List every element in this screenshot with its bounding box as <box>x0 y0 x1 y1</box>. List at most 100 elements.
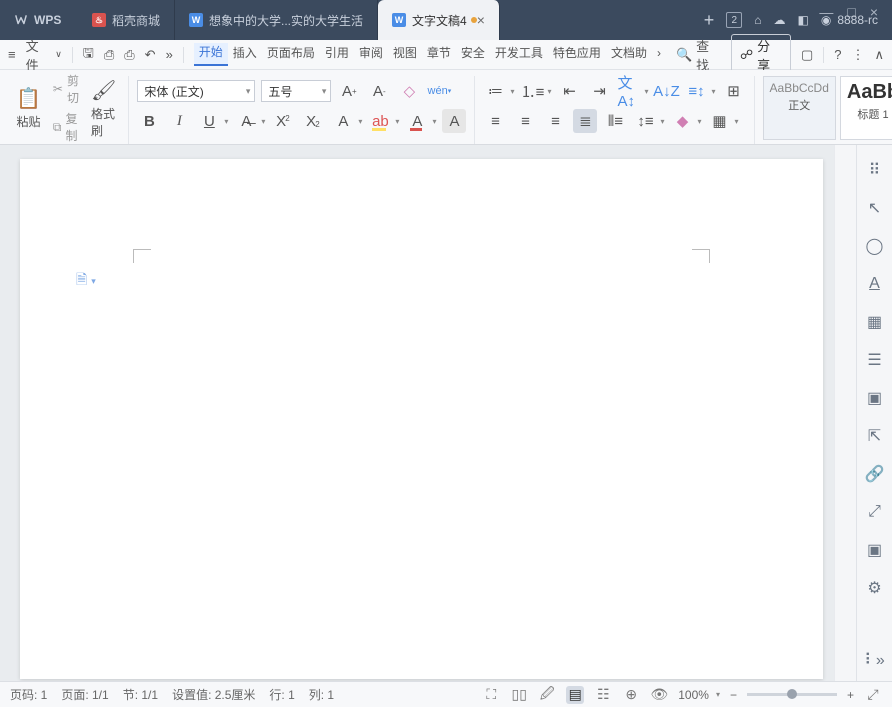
vertical-scrollbar[interactable] <box>834 145 846 681</box>
smart-tag[interactable]: 🗎 ▾ <box>76 269 96 293</box>
tab-section[interactable]: 章节 <box>422 44 456 65</box>
align-justify-button[interactable]: ≣ <box>573 109 597 133</box>
line-spacing-button[interactable]: ≡↕ <box>685 79 709 103</box>
fit-width-icon[interactable]: ⤢ <box>864 686 882 704</box>
status-line[interactable]: 行: 1 <box>269 686 294 703</box>
tabs-overflow-icon[interactable]: › <box>652 46 666 64</box>
fullscreen-icon[interactable]: ⛶ <box>482 686 500 704</box>
sort-button[interactable]: A↓Z <box>655 79 679 103</box>
web-view-icon[interactable]: ⊕ <box>622 686 640 704</box>
highlight-button[interactable]: ab <box>368 109 392 133</box>
status-col[interactable]: 列: 1 <box>309 686 334 703</box>
italic-button[interactable]: I <box>167 109 191 133</box>
zoom-in-button[interactable]: + <box>847 688 854 702</box>
phonetic-button[interactable]: wén▾ <box>427 79 451 103</box>
cloud-icon[interactable]: ☁︎ <box>773 13 785 27</box>
print-preview-icon[interactable]: ⎙̂ <box>104 47 114 63</box>
style-heading-1[interactable]: AaBb 标题 1 <box>840 76 892 140</box>
cursor-icon[interactable]: ↖ <box>864 197 886 219</box>
tab-reference[interactable]: 引用 <box>320 44 354 65</box>
read-view-icon[interactable]: 🖉 <box>538 686 556 704</box>
help-icon[interactable]: ? <box>834 47 841 62</box>
outline-view-icon[interactable]: ☷ <box>594 686 612 704</box>
shrink-font-button[interactable]: A- <box>367 79 391 103</box>
table-icon[interactable]: ▦ <box>864 311 886 333</box>
line-height-button[interactable]: ↕≡ <box>633 109 657 133</box>
status-section[interactable]: 节: 1/1 <box>123 686 158 703</box>
tab-doc1[interactable]: W 想象中的大学...实的大学生活 <box>175 0 378 40</box>
app-logo[interactable]: WPS <box>0 0 78 40</box>
book-view-icon[interactable]: ▯▯ <box>510 686 528 704</box>
image-icon[interactable]: ▣ <box>864 539 886 561</box>
close-button[interactable]: × <box>870 4 878 20</box>
grow-font-button[interactable]: A+ <box>337 79 361 103</box>
copy-button[interactable]: ⧉ 复制 <box>53 110 79 144</box>
tab-devtools[interactable]: 开发工具 <box>490 44 548 65</box>
text-effects-button[interactable]: A <box>331 109 355 133</box>
layout-icon[interactable]: ☰ <box>864 349 886 371</box>
underline-button[interactable]: U <box>197 109 221 133</box>
new-tab-button[interactable]: + <box>704 10 715 31</box>
document-page[interactable]: 🗎 ▾ <box>20 159 823 679</box>
export-icon[interactable]: ⇱ <box>864 425 886 447</box>
file-menu[interactable]: 文件 ∨ <box>26 36 62 74</box>
format-painter-button[interactable]: 🖌 格式刷 <box>87 78 120 139</box>
tab-view[interactable]: 视图 <box>388 44 422 65</box>
align-center-button[interactable]: ≡ <box>513 109 537 133</box>
cut-button[interactable]: ✂ 剪切 <box>53 72 79 106</box>
font-color-button[interactable]: A <box>405 109 429 133</box>
print-icon[interactable]: ⎙ <box>124 47 134 63</box>
more-menu-icon[interactable]: ⋮ <box>851 47 864 63</box>
undo-icon[interactable]: ↶ <box>145 47 156 63</box>
settings-icon[interactable]: ▢ <box>801 47 813 63</box>
zoom-out-button[interactable]: − <box>730 688 737 702</box>
font-name-select[interactable]: 宋体 (正文)▾ <box>137 80 255 102</box>
align-left-button[interactable]: ≡ <box>483 109 507 133</box>
snap-grid-button[interactable]: ⊞ <box>722 79 746 103</box>
find-button[interactable]: 🔍 查找 <box>676 36 721 74</box>
tab-security[interactable]: 安全 <box>456 44 490 65</box>
shape-icon[interactable]: ◯ <box>864 235 886 257</box>
tab-assistant[interactable]: 文档助 <box>606 44 652 65</box>
collapse-side-icon[interactable]: ⠇» <box>864 649 886 671</box>
home-icon[interactable]: ⌂ <box>754 13 761 27</box>
zoom-slider[interactable] <box>747 693 837 696</box>
superscript-button[interactable]: X2 <box>271 109 295 133</box>
tab-store[interactable]: ♨ 稻壳商城 <box>78 0 175 40</box>
status-page-number[interactable]: 页码: 1 <box>10 686 47 703</box>
collapse-ribbon-icon[interactable]: ∧ <box>874 47 884 63</box>
zoom-thumb[interactable] <box>787 689 797 699</box>
expand-icon[interactable]: ⤢ <box>864 501 886 523</box>
more-quick-icon[interactable]: » <box>166 47 173 62</box>
indent-decrease-button[interactable]: ⇤ <box>557 79 581 103</box>
clear-format-button[interactable]: ◇ <box>397 79 421 103</box>
tab-page-layout[interactable]: 页面布局 <box>262 44 320 65</box>
status-setting[interactable]: 设置值: 2.5厘米 <box>172 686 255 703</box>
hamburger-icon[interactable]: ≡ <box>8 47 16 62</box>
chevron-down-icon[interactable]: ▾ <box>716 690 720 699</box>
tab-doc2-active[interactable]: W 文字文稿4 × <box>378 0 500 40</box>
tab-special[interactable]: 特色应用 <box>548 44 606 65</box>
subscript-button[interactable]: X2 <box>301 109 325 133</box>
close-icon[interactable]: × <box>477 12 485 28</box>
gear-icon[interactable]: ⚙ <box>864 577 886 599</box>
number-list-button[interactable]: ⒈≡ <box>520 79 544 103</box>
gallery-icon[interactable]: ▣ <box>864 387 886 409</box>
minimize-button[interactable]: — <box>819 4 833 20</box>
text-direction-button[interactable]: 文A↕ <box>617 79 641 103</box>
char-shading-button[interactable]: A <box>442 109 466 133</box>
workspace-count[interactable]: 2 <box>726 12 742 28</box>
borders-button[interactable]: ▦ <box>707 109 731 133</box>
distribute-button[interactable]: ⫴≡ <box>603 109 627 133</box>
status-page-of[interactable]: 页面: 1/1 <box>61 686 108 703</box>
document-scroll[interactable]: 🗎 ▾ <box>0 145 834 681</box>
link-icon[interactable]: 🔗 <box>864 463 886 485</box>
indent-increase-button[interactable]: ⇥ <box>587 79 611 103</box>
zoom-value[interactable]: 100% <box>678 688 709 702</box>
save-icon[interactable]: 🖫 <box>83 44 94 66</box>
paste-button[interactable]: 📋 粘贴 <box>12 86 45 130</box>
grip-icon[interactable]: ⠿ <box>864 159 886 181</box>
bold-button[interactable]: B <box>137 109 161 133</box>
font-size-select[interactable]: 五号▾ <box>261 80 331 102</box>
tab-start[interactable]: 开始 <box>194 43 228 66</box>
